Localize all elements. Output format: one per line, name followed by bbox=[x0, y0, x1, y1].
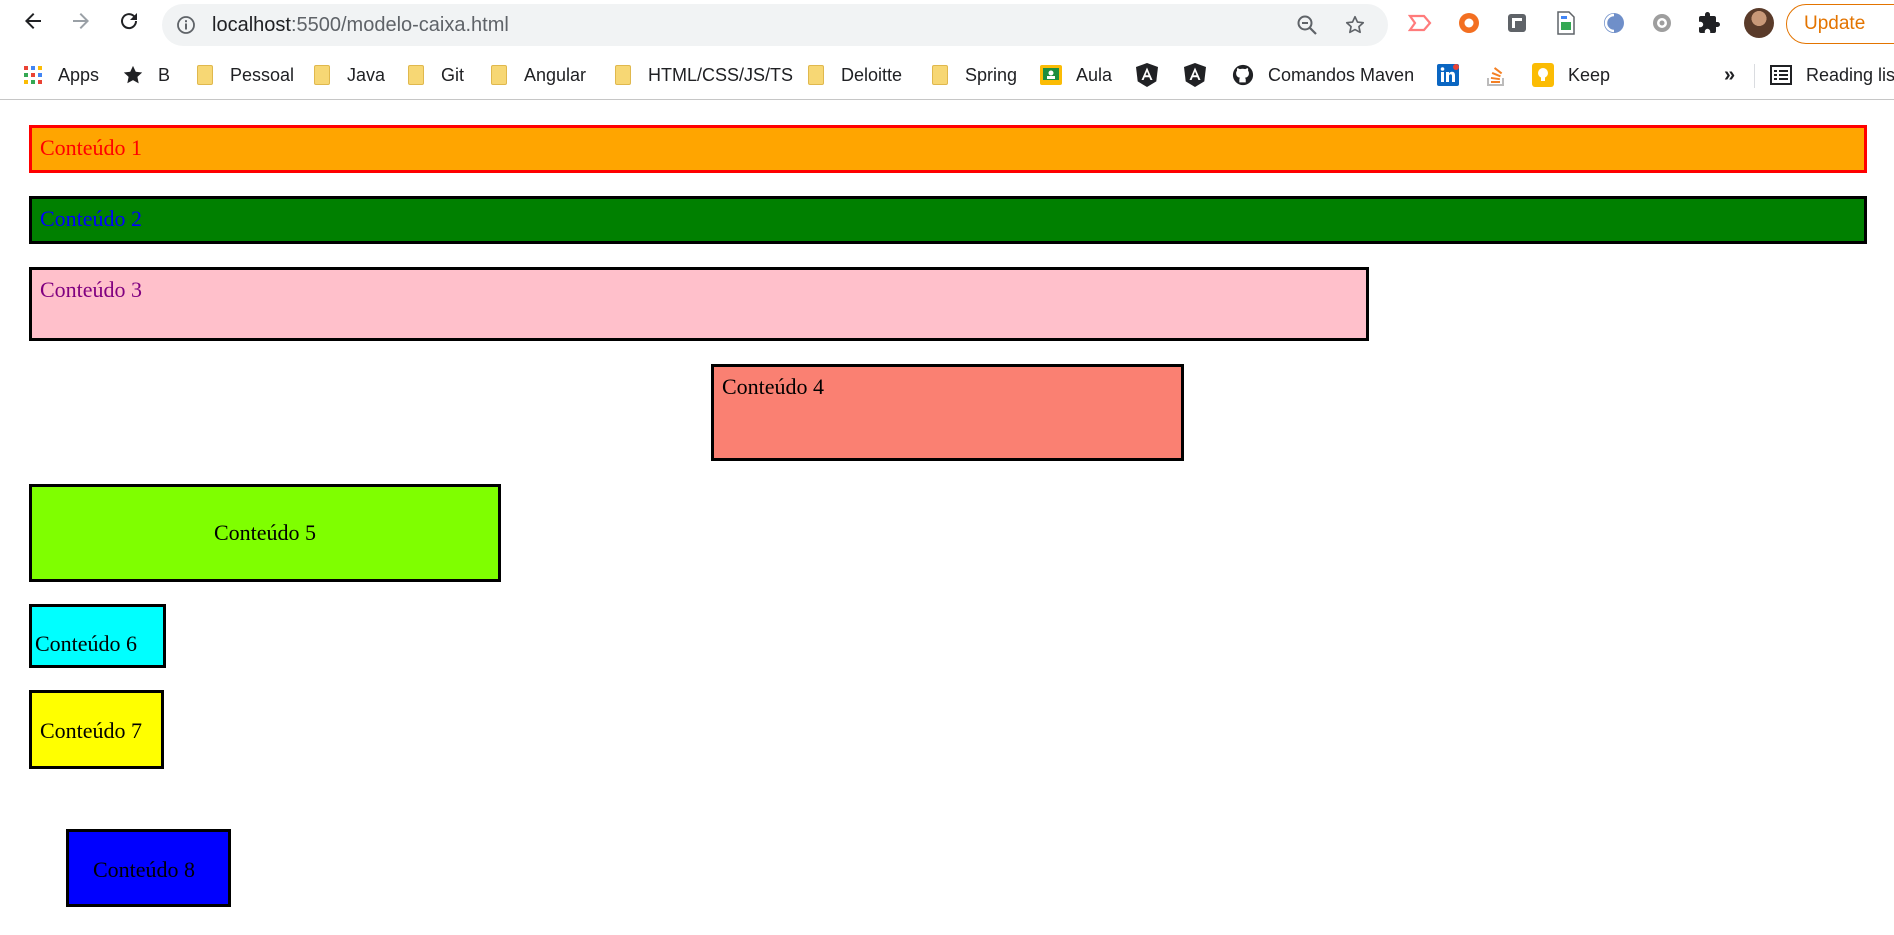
bookmark-label: Deloitte bbox=[841, 64, 903, 85]
bookmark-folder-pessoal[interactable]: Pessoal bbox=[194, 60, 294, 90]
bookmark-label: Git bbox=[441, 64, 465, 85]
bookmark-angular-1[interactable] bbox=[1136, 60, 1172, 90]
extension-lifebuoy-icon[interactable] bbox=[1456, 10, 1482, 36]
stackoverflow-icon bbox=[1485, 64, 1507, 86]
bookmark-folder-html-css-js-ts[interactable]: HTML/CSS/JS/TS bbox=[612, 60, 793, 90]
reading-list[interactable]: Reading list bbox=[1770, 60, 1894, 90]
bookmark-folder-spring[interactable]: Spring bbox=[929, 60, 1017, 90]
reload-button[interactable] bbox=[112, 4, 146, 38]
bookmark-label: Keep bbox=[1568, 64, 1611, 85]
address-url[interactable]: localhost:5500/modelo-caixa.html bbox=[212, 4, 509, 46]
angular-icon bbox=[1184, 63, 1206, 87]
bookmark-apps[interactable]: Apps bbox=[22, 60, 99, 90]
content-box-6-text: Conteúdo 6 bbox=[35, 631, 138, 656]
content-box-3: Conteúdo 3 bbox=[29, 267, 1369, 341]
content-box-4-text: Conteúdo 4 bbox=[722, 374, 825, 399]
bookmark-label: Reading list bbox=[1806, 64, 1894, 85]
linkedin-icon bbox=[1437, 64, 1459, 86]
content-box-6: Conteúdo 6 bbox=[29, 604, 166, 668]
bookmark-label: Pessoal bbox=[230, 64, 295, 85]
folder-icon bbox=[612, 64, 634, 86]
bookmarks-overflow-chevron[interactable]: » bbox=[1724, 60, 1735, 90]
back-button[interactable] bbox=[16, 4, 50, 38]
content-box-2: Conteúdo 2 bbox=[29, 196, 1867, 244]
bookmark-b[interactable]: B bbox=[122, 60, 170, 90]
content-box-3-text: Conteúdo 3 bbox=[40, 277, 143, 302]
extension-cast-icon[interactable] bbox=[1407, 10, 1433, 36]
url-host: localhost bbox=[212, 14, 291, 36]
extension-screenshot-icon[interactable] bbox=[1504, 10, 1530, 36]
bookmark-comandos-maven[interactable]: Comandos Maven bbox=[1232, 60, 1414, 90]
bookmark-keep[interactable]: Keep bbox=[1532, 60, 1610, 90]
bookmarks-separator bbox=[1754, 64, 1755, 88]
bookmark-label: B bbox=[158, 64, 171, 85]
bookmark-label: Comandos Maven bbox=[1268, 64, 1415, 85]
content-box-1-text: Conteúdo 1 bbox=[40, 135, 143, 160]
bookmark-label: Spring bbox=[965, 64, 1018, 85]
update-button[interactable]: Update ⋮ bbox=[1786, 4, 1894, 44]
content-box-8: Conteúdo 8 bbox=[66, 829, 231, 907]
apps-grid-icon bbox=[22, 64, 44, 86]
bookmark-star-icon[interactable] bbox=[1344, 14, 1366, 41]
back-arrow-icon bbox=[25, 13, 41, 29]
url-path: :5500/modelo-caixa.html bbox=[290, 14, 509, 36]
extension-swirl-icon[interactable] bbox=[1601, 10, 1627, 36]
update-label: Update bbox=[1804, 13, 1866, 34]
site-info-icon[interactable] bbox=[176, 15, 196, 40]
bookmark-folder-git[interactable]: Git bbox=[405, 60, 464, 90]
angular-icon bbox=[1136, 63, 1158, 87]
bookmark-linkedin[interactable] bbox=[1437, 60, 1473, 90]
address-bar[interactable]: localhost:5500/modelo-caixa.html bbox=[162, 4, 1388, 46]
profile-avatar[interactable] bbox=[1744, 8, 1774, 38]
content-box-7-text: Conteúdo 7 bbox=[40, 718, 143, 743]
forward-arrow-icon bbox=[73, 13, 89, 29]
bookmark-label: Angular bbox=[524, 64, 587, 85]
bookmark-label: HTML/CSS/JS/TS bbox=[648, 64, 794, 85]
star-icon bbox=[122, 64, 144, 86]
folder-icon bbox=[488, 64, 510, 86]
content-box-5-text: Conteúdo 5 bbox=[213, 520, 317, 545]
bookmark-folder-java[interactable]: Java bbox=[311, 60, 385, 90]
bookmark-folder-angular[interactable]: Angular bbox=[488, 60, 586, 90]
content-box-8-text: Conteúdo 8 bbox=[93, 857, 196, 882]
content-box-5: Conteúdo 5 bbox=[29, 484, 501, 582]
folder-icon bbox=[405, 64, 427, 86]
browser-toolbar: localhost:5500/modelo-caixa.html Update … bbox=[0, 0, 1894, 46]
bookmark-angular-2[interactable] bbox=[1184, 60, 1220, 90]
bookmark-label: Aula bbox=[1076, 64, 1113, 85]
reading-list-icon bbox=[1770, 64, 1792, 86]
reload-icon bbox=[121, 13, 138, 30]
github-icon bbox=[1232, 64, 1254, 86]
overflow-label: » bbox=[1724, 63, 1736, 86]
bookmark-label: Java bbox=[347, 64, 386, 85]
extension-sheets-icon[interactable] bbox=[1553, 10, 1579, 36]
zoom-out-icon[interactable] bbox=[1296, 14, 1318, 41]
folder-icon bbox=[311, 64, 333, 86]
folder-icon bbox=[929, 64, 951, 86]
forward-button[interactable] bbox=[64, 4, 98, 38]
folder-icon bbox=[805, 64, 827, 86]
content-box-1: Conteúdo 1 bbox=[29, 125, 1867, 173]
bookmarks-bar: Apps B Pessoal Java Git Angular HTML/CSS… bbox=[0, 52, 1894, 100]
content-box-2-text: Conteúdo 2 bbox=[40, 206, 143, 231]
keep-icon bbox=[1532, 63, 1554, 87]
folder-icon bbox=[194, 64, 216, 86]
content-box-7: Conteúdo 7 bbox=[29, 690, 164, 769]
bookmark-label: Apps bbox=[58, 64, 100, 85]
google-classroom-icon bbox=[1040, 64, 1062, 86]
extensions-puzzle-icon[interactable] bbox=[1696, 10, 1722, 36]
bookmark-aula[interactable]: Aula bbox=[1040, 60, 1112, 90]
bookmark-folder-deloitte[interactable]: Deloitte bbox=[805, 60, 902, 90]
content-box-4: Conteúdo 4 bbox=[711, 364, 1184, 461]
extension-settings-icon[interactable] bbox=[1649, 10, 1675, 36]
bookmark-stackoverflow[interactable] bbox=[1485, 60, 1521, 90]
